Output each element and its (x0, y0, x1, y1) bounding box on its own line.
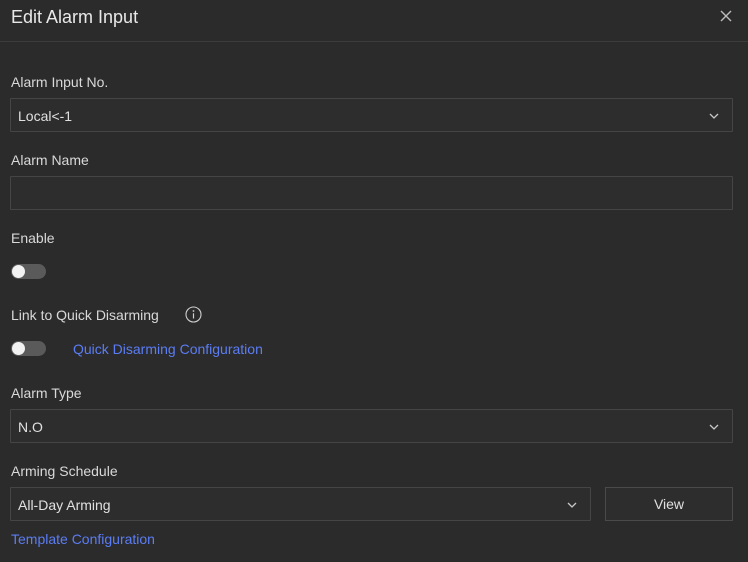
quick-disarming-toggle[interactable] (11, 341, 46, 356)
toggle-knob (12, 342, 25, 355)
view-button[interactable]: View (605, 487, 733, 521)
alarm-name-label: Alarm Name (11, 152, 89, 168)
dialog-title: Edit Alarm Input (11, 7, 139, 27)
alarm-name-input[interactable] (10, 176, 733, 210)
quick-disarming-label: Link to Quick Disarming (11, 307, 159, 323)
info-icon[interactable] (185, 306, 202, 323)
enable-label: Enable (11, 230, 55, 246)
arming-schedule-label: Arming Schedule (11, 463, 118, 479)
dialog-header: Edit Alarm Input (0, 0, 748, 42)
chevron-down-icon (567, 502, 577, 508)
arming-schedule-value: All-Day Arming (18, 497, 111, 513)
chevron-down-icon (709, 113, 719, 119)
alarm-type-value: N.O (18, 419, 43, 435)
alarm-input-no-value: Local<-1 (18, 108, 73, 124)
enable-toggle[interactable] (11, 264, 46, 279)
alarm-input-no-label: Alarm Input No. (11, 74, 109, 90)
alarm-type-select[interactable]: N.O (10, 409, 733, 443)
alarm-input-no-select[interactable]: Local<-1 (10, 98, 733, 132)
edit-alarm-input-dialog: Edit Alarm Input Alarm Input No. Local<-… (0, 0, 748, 562)
arming-schedule-select[interactable]: All-Day Arming (10, 487, 591, 521)
chevron-down-icon (709, 424, 719, 430)
close-icon[interactable] (718, 8, 734, 24)
template-configuration-link[interactable]: Template Configuration (11, 530, 155, 548)
alarm-type-label: Alarm Type (11, 385, 82, 401)
quick-disarming-configuration-link[interactable]: Quick Disarming Configuration (73, 340, 263, 358)
toggle-knob (12, 265, 25, 278)
